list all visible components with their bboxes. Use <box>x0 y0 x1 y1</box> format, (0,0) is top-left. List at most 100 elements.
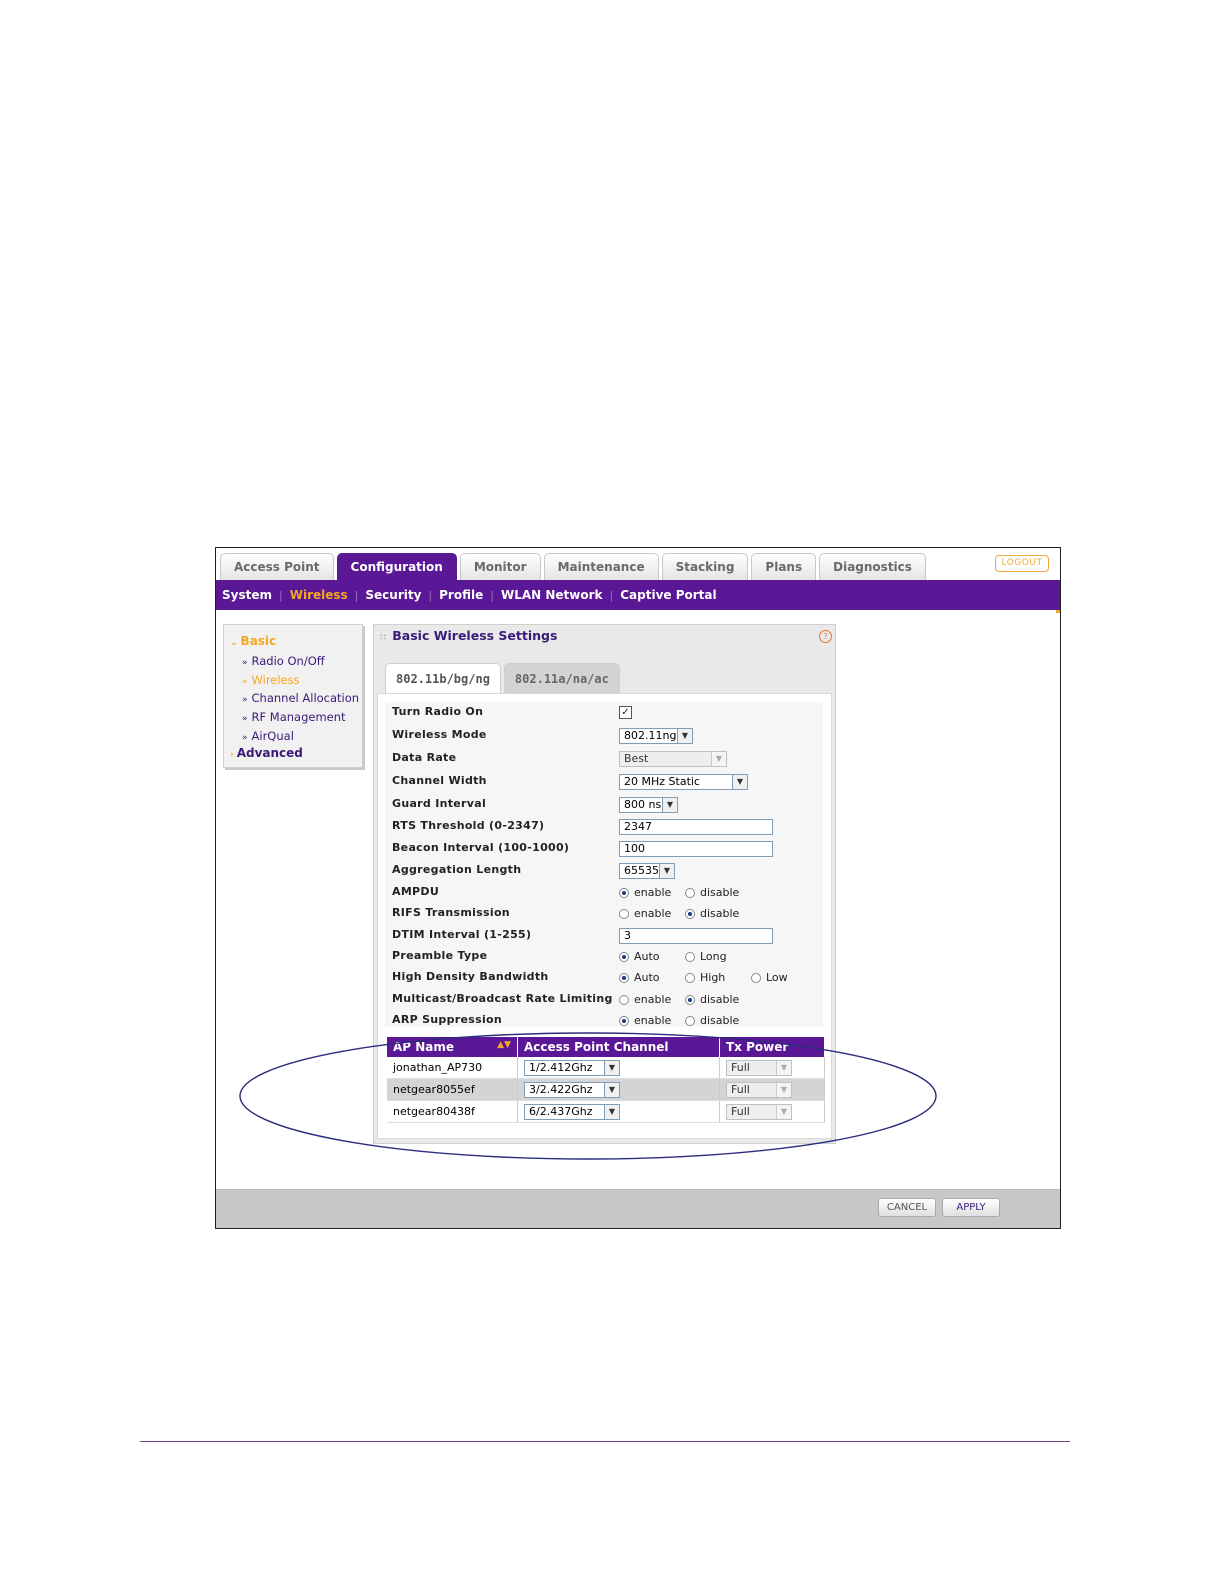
hdb-high-radio[interactable]: High <box>685 971 751 984</box>
rifs-label: RIFS Transmission <box>392 906 510 919</box>
double-arrow-icon: » <box>242 677 248 687</box>
tab-configuration[interactable]: Configuration <box>336 553 457 580</box>
subnav-wireless[interactable]: Wireless <box>290 588 348 602</box>
menu-group-basic[interactable]: ⌄ Basic <box>230 634 276 648</box>
guard-interval-select[interactable]: 800 ns ▼ <box>619 796 678 813</box>
sort-icon[interactable]: ▲▼ <box>497 1040 511 1050</box>
table-row: netgear80438f 6/2.437Ghz ▼ Full ▼ <box>387 1100 825 1123</box>
tx-power-cell: Full ▼ <box>719 1057 825 1079</box>
mbrl-enable-radio[interactable]: enable <box>619 993 685 1006</box>
ampdu-disable-radio[interactable]: disable <box>685 886 739 899</box>
tab-maintenance[interactable]: Maintenance <box>543 553 659 580</box>
subnav-profile[interactable]: Profile <box>439 588 483 602</box>
rifs-disable-radio[interactable]: disable <box>685 907 739 920</box>
tx-power-select[interactable]: Full ▼ <box>726 1103 792 1120</box>
tab-diagnostics[interactable]: Diagnostics <box>819 553 926 580</box>
preamble-auto-radio[interactable]: Auto <box>619 950 685 963</box>
wireless-mode-select[interactable]: 802.11ng ▼ <box>619 727 693 744</box>
help-icon[interactable]: ? <box>819 630 832 643</box>
chevron-down-icon: ▼ <box>604 1060 619 1075</box>
preamble-long-radio[interactable]: Long <box>685 950 727 963</box>
radio-selected-icon <box>685 994 695 1005</box>
col-header-label: AP Name <box>393 1040 455 1054</box>
tab-access-point[interactable]: Access Point <box>220 553 334 580</box>
col-ap-name[interactable]: AP Name ▲▼ <box>387 1037 518 1057</box>
logout-button[interactable]: LOGOUT <box>995 555 1049 572</box>
tab-stacking[interactable]: Stacking <box>661 553 749 580</box>
channel-select[interactable]: 1/2.412Ghz ▼ <box>524 1059 620 1076</box>
mbrl-label: Multicast/Broadcast Rate Limiting <box>392 992 613 1005</box>
chevron-right-icon: › <box>230 750 234 760</box>
channel-width-select[interactable]: 20 MHz Static ▼ <box>619 773 748 790</box>
channel-select[interactable]: 6/2.437Ghz ▼ <box>524 1103 620 1120</box>
subnav-separator: | <box>490 588 494 602</box>
apply-button[interactable]: APPLY <box>942 1198 1000 1217</box>
chevron-down-icon: ▼ <box>677 728 692 743</box>
aggregation-length-value: 65535 <box>624 863 659 877</box>
data-rate-select[interactable]: Best ▼ <box>619 750 727 767</box>
beacon-interval-input[interactable]: 100 <box>619 840 773 857</box>
aggregation-length-select[interactable]: 65535 ▼ <box>619 862 675 879</box>
menu-item-channel-allocation[interactable]: » Channel Allocation <box>242 691 359 705</box>
tab-plans[interactable]: Plans <box>751 553 817 580</box>
rifs-enable-radio[interactable]: enable <box>619 907 685 920</box>
channel-select[interactable]: 3/2.422Ghz ▼ <box>524 1081 620 1098</box>
radio-empty-icon <box>619 994 629 1005</box>
chevron-down-icon: ▼ <box>732 774 747 789</box>
radio-selected-icon <box>619 1015 629 1026</box>
row-ampdu: AMPDU enable disable <box>385 882 823 903</box>
ampdu-enable-radio[interactable]: enable <box>619 886 685 899</box>
col-access-point-channel: Access Point Channel <box>517 1037 720 1057</box>
arp-disable-radio[interactable]: disable <box>685 1014 739 1027</box>
subnav-corner-accent <box>1056 610 1060 613</box>
tab-80211anaac[interactable]: 802.11a/na/ac <box>503 663 620 693</box>
tab-80211bgng[interactable]: 802.11b/bg/ng <box>385 663 501 693</box>
double-arrow-icon: » <box>242 714 248 724</box>
channel-value: 1/2.412Ghz <box>529 1060 593 1074</box>
tab-monitor[interactable]: Monitor <box>459 553 541 580</box>
tx-power-value: Full <box>731 1082 750 1096</box>
basic-wireless-settings-panel: ∷ Basic Wireless Settings ? 802.11b/bg/ng… <box>373 624 836 1144</box>
row-wireless-mode: Wireless Mode 802.11ng ▼ <box>385 725 823 746</box>
rts-threshold-input[interactable]: 2347 <box>619 818 773 835</box>
channel-cell: 3/2.422Ghz ▼ <box>517 1078 720 1101</box>
subnav-wlan-network[interactable]: WLAN Network <box>501 588 603 602</box>
menu-group-advanced-label: Advanced <box>236 746 303 760</box>
hdb-low-radio[interactable]: Low <box>751 971 788 984</box>
tx-power-select[interactable]: Full ▼ <box>726 1059 792 1076</box>
subnav-system[interactable]: System <box>222 588 272 602</box>
cancel-button[interactable]: CANCEL <box>878 1198 936 1217</box>
channel-width-value: 20 MHz Static <box>624 774 700 788</box>
band-tab-bar: 802.11b/bg/ng 802.11a/na/ac <box>385 663 620 693</box>
hdb-auto-radio[interactable]: Auto <box>619 971 685 984</box>
menu-item-radio-on-off[interactable]: » Radio On/Off <box>242 654 325 668</box>
arp-enable-radio[interactable]: enable <box>619 1014 685 1027</box>
radio-option-label: enable <box>634 907 672 920</box>
chevron-down-icon: ▼ <box>711 751 726 766</box>
mbrl-disable-radio[interactable]: disable <box>685 993 739 1006</box>
menu-group-advanced[interactable]: › Advanced <box>230 746 303 760</box>
menu-item-airqual[interactable]: » AirQual <box>242 729 294 743</box>
row-beacon-interval: Beacon Interval (100-1000) 100 <box>385 838 823 859</box>
dtim-input[interactable]: 3 <box>619 927 773 944</box>
subnav-captive-portal[interactable]: Captive Portal <box>620 588 716 602</box>
double-arrow-icon: » <box>242 695 248 705</box>
ap-name-cell: jonathan_AP730 <box>387 1057 518 1079</box>
tx-power-cell: Full ▼ <box>719 1100 825 1123</box>
radio-option-label: enable <box>634 993 672 1006</box>
tx-power-select[interactable]: Full ▼ <box>726 1081 792 1098</box>
menu-item-rf-management[interactable]: » RF Management <box>242 710 346 724</box>
chevron-down-icon: ▼ <box>776 1060 791 1075</box>
menu-item-label: Channel Allocation <box>251 691 360 705</box>
data-rate-value: Best <box>624 751 649 765</box>
data-rate-label: Data Rate <box>392 751 457 764</box>
turn-radio-on-checkbox[interactable]: ✓ <box>619 706 632 719</box>
row-high-density-bandwidth: High Density Bandwidth Auto High Low <box>385 967 823 988</box>
subnav-security[interactable]: Security <box>365 588 421 602</box>
menu-item-label: Radio On/Off <box>251 654 325 668</box>
radio-option-label: enable <box>634 1014 672 1027</box>
ap-name-cell: netgear8055ef <box>387 1078 518 1101</box>
radio-option-label: disable <box>700 993 740 1006</box>
menu-item-wireless[interactable]: » Wireless <box>242 673 300 687</box>
row-guard-interval: Guard Interval 800 ns ▼ <box>385 794 823 815</box>
